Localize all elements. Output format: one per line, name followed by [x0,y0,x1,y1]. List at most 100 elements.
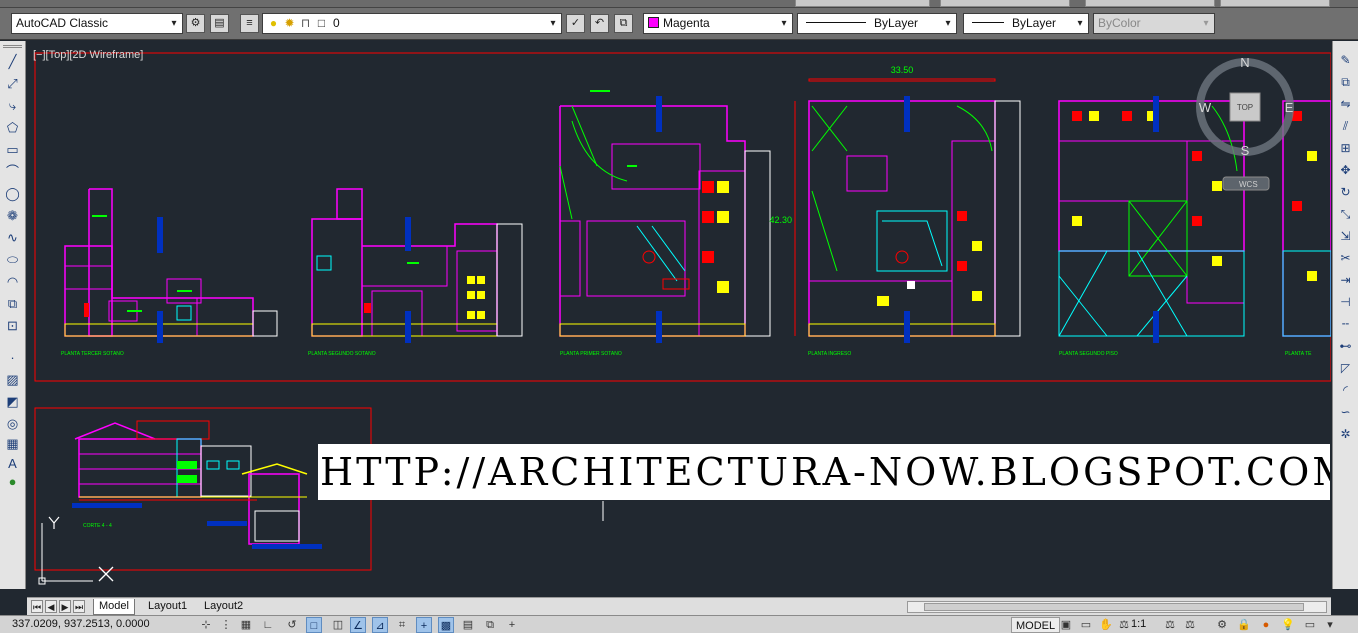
color-control-select[interactable]: Magenta ▾ [643,13,793,34]
copy-icon[interactable]: ⧉ [1336,73,1355,91]
customize-icon[interactable]: ▤ [210,14,229,33]
chamfer-icon[interactable]: ◸ [1336,359,1355,377]
dynamic-input-icon[interactable]: ⌗ [394,617,410,633]
selection-cycling-icon[interactable]: ⧉ [482,617,498,633]
ribbon-ghost-control [1220,0,1330,7]
stretch-icon[interactable]: ⇲ [1336,227,1355,245]
previous-tab-icon[interactable]: ◀ [45,600,57,613]
linetype-control-select[interactable]: ByLayer ▾ [797,13,957,34]
layer-states-icon[interactable]: ⧉ [614,14,633,33]
gradient-icon[interactable]: ◩ [3,393,22,411]
fillet-icon[interactable]: ◜ [1336,381,1355,399]
pan-icon[interactable]: ✋ [1098,617,1114,633]
explode-icon[interactable]: ✲ [1336,425,1355,443]
auto-scale-icon[interactable]: ⚖ [1182,617,1198,633]
scrollbar-thumb[interactable] [924,603,1304,611]
lock-ui-icon[interactable]: 🔒 [1236,617,1252,633]
grid-display-icon[interactable]: ▦ [238,617,254,633]
viewcube[interactable]: TOP N S W E WCS [1196,55,1294,191]
object-snap-icon[interactable]: □ [306,617,322,633]
array-icon[interactable]: ⊞ [1336,139,1355,157]
first-tab-icon[interactable]: ⏮ [31,600,43,613]
layer-previous-icon[interactable]: ↶ [590,14,609,33]
tab-layout1[interactable]: Layout1 [143,599,192,615]
arc-icon[interactable]: ⌒ [3,163,22,181]
lineweight-control-select[interactable]: ByLayer ▾ [963,13,1089,34]
polyline-icon[interactable]: ⤷ [3,97,22,115]
workspace-select[interactable]: AutoCAD Classic ▾ [11,13,183,34]
cad-drawing: 33.50 42.30 PLANTA TERCER SOTANO PLANTA … [34,52,1331,585]
lock-open-icon: ⊓ [300,16,311,30]
tab-model[interactable]: Model [93,599,135,615]
chevron-down-icon: ▾ [550,18,556,29]
layer-select[interactable]: ● ✹ ⊓ □ 0 ▾ [262,13,562,34]
last-tab-icon[interactable]: ⏭ [73,600,85,613]
add-selected-icon[interactable]: ● [3,473,22,491]
layer-properties-icon[interactable]: ≡ [240,14,259,33]
ortho-mode-icon[interactable]: ∟ [260,617,276,633]
region-icon[interactable]: ◎ [3,415,22,433]
isolate-objects-icon[interactable]: 💡 [1280,617,1296,633]
polar-tracking-icon[interactable]: ↺ [284,617,300,633]
allow-ucs-icon[interactable]: ⊿ [372,617,388,633]
make-block-icon[interactable]: ⊡ [3,317,22,335]
blend-curves-icon[interactable]: ∽ [1336,403,1355,421]
table-icon[interactable]: ▦ [3,435,22,453]
annotation-visibility-icon[interactable]: ⚖ [1162,617,1178,633]
erase-icon[interactable]: ✎ [1336,51,1355,69]
plot-style-select[interactable]: ByColor ▾ [1093,13,1215,34]
rectangle-icon[interactable]: ▭ [3,141,22,159]
workspace-settings-gear-icon[interactable]: ⚙ [186,14,205,33]
hardware-acceleration-icon[interactable]: ● [1258,617,1274,633]
join-icon[interactable]: ⊷ [1336,337,1355,355]
next-tab-icon[interactable]: ▶ [59,600,71,613]
break-icon[interactable]: ╌ [1336,315,1355,333]
trim-icon[interactable]: ✂ [1336,249,1355,267]
quick-properties-icon[interactable]: ▤ [460,617,476,633]
multiline-text-icon[interactable]: A [3,455,22,473]
revision-cloud-icon[interactable]: ❁ [3,207,22,225]
spline-icon[interactable]: ∿ [3,229,22,247]
scale-icon[interactable]: ⤡ [1336,205,1355,223]
dimension-height: 42.30 [769,215,792,225]
infer-constraints-icon[interactable]: ⊹ [198,617,214,633]
lineweight-toggle-icon[interactable]: + [416,617,432,633]
rotate-icon[interactable]: ↻ [1336,183,1355,201]
snap-mode-icon[interactable]: ⋮ [218,617,234,633]
workspace-switching-gear-icon[interactable]: ⚙ [1214,617,1230,633]
ribbon-ghost-control [795,0,930,7]
circle-icon[interactable]: ◯ [3,185,22,203]
polygon-icon[interactable]: ⬠ [3,119,22,137]
move-icon[interactable]: ✥ [1336,161,1355,179]
3d-object-snap-icon[interactable]: ◫ [330,617,346,633]
break-at-point-icon[interactable]: ⊣ [1336,293,1355,311]
insert-block-icon[interactable]: ⧉ [3,295,22,313]
toolbar-grip [3,45,22,48]
status-bar-menu-icon[interactable]: ▾ [1322,617,1338,633]
transparency-toggle-icon[interactable]: ▩ [438,617,454,633]
point-icon[interactable]: · [3,349,22,367]
construction-line-icon[interactable]: ⤢ [3,75,22,93]
object-snap-tracking-icon[interactable]: ∠ [350,617,366,633]
horizontal-scrollbar[interactable] [907,601,1327,613]
clean-screen-icon[interactable]: ▭ [1302,617,1318,633]
tab-layout2[interactable]: Layout2 [199,599,248,615]
annotation-monitor-icon[interactable]: + [504,617,520,633]
annotation-scale-value[interactable]: 1:1 [1131,618,1146,630]
quick-view-layouts-icon[interactable]: ▣ [1058,617,1074,633]
mirror-icon[interactable]: ⇋ [1336,95,1355,113]
quick-view-drawings-icon[interactable]: ▭ [1078,617,1094,633]
hatch-icon[interactable]: ▨ [3,371,22,389]
drawing-area[interactable]: 33.50 42.30 PLANTA TERCER SOTANO PLANTA … [27,41,1331,597]
workspace-value: AutoCAD Classic [16,16,109,30]
ellipse-arc-icon[interactable]: ◠ [3,273,22,291]
extend-icon[interactable]: ⇥ [1336,271,1355,289]
model-space-button[interactable]: MODEL [1011,617,1061,633]
viewport-controls-label[interactable]: [−][Top][2D Wireframe] [33,49,143,61]
annotation-scale-icon[interactable]: ⚖ [1116,617,1132,633]
offset-icon[interactable]: ⫽ [1336,117,1355,135]
line-tool-icon[interactable]: ╱ [3,53,22,71]
ellipse-icon[interactable]: ⬭ [3,251,22,269]
chevron-down-icon: ▾ [945,18,951,29]
make-current-icon[interactable]: ✓ [566,14,585,33]
